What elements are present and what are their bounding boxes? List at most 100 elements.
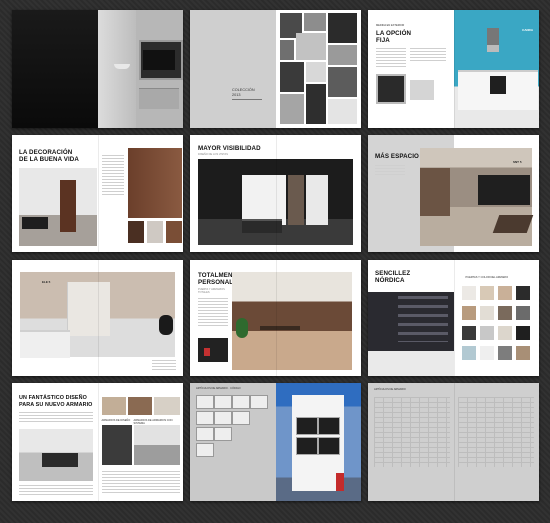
photo-1 bbox=[101, 397, 126, 415]
swatch-1 bbox=[461, 286, 476, 300]
wood-room-photo bbox=[127, 148, 182, 218]
body-text bbox=[198, 298, 228, 328]
footer-text bbox=[19, 485, 93, 495]
title-line-1: LA OPCIÓN bbox=[376, 30, 412, 37]
swatch-9 bbox=[461, 326, 476, 340]
plant bbox=[236, 318, 248, 338]
blue-oven-page bbox=[275, 383, 361, 501]
collage-2 bbox=[303, 13, 326, 31]
collage-8 bbox=[305, 62, 326, 82]
collage-page bbox=[275, 10, 361, 128]
oven-window bbox=[143, 50, 175, 70]
oven-dark bbox=[489, 76, 506, 94]
collage-10 bbox=[279, 94, 304, 124]
spread-4-decoracion: LA DECORACIÓN DE LA BUENA VIDA bbox=[12, 135, 183, 252]
body-text-2 bbox=[410, 48, 446, 62]
swatch-7 bbox=[497, 306, 512, 320]
sketch-2 bbox=[214, 395, 232, 409]
swatch-11 bbox=[497, 326, 512, 340]
badge: ELE 5 bbox=[42, 280, 51, 284]
collage-6 bbox=[327, 45, 357, 65]
collage-9 bbox=[327, 67, 357, 97]
diseno-left-page: UN FANTÁSTICO DISEÑO PARA SU NUEVO ARMAR… bbox=[12, 383, 98, 501]
oven-3 bbox=[295, 437, 318, 455]
oven-photo bbox=[376, 74, 406, 104]
rug bbox=[492, 215, 534, 233]
title-line-1: LA DECORACIÓN bbox=[19, 149, 73, 156]
cover-title-2: 2013 bbox=[232, 93, 241, 97]
bowl bbox=[114, 64, 130, 69]
detail-2 bbox=[146, 221, 163, 243]
wood-wall bbox=[420, 168, 450, 216]
blue-kitchen-page: CANDA bbox=[453, 10, 539, 128]
swatch-14 bbox=[479, 346, 494, 360]
red-accent bbox=[204, 348, 210, 356]
small-label: MEDIDA EN EXTERIOR bbox=[376, 24, 405, 27]
table-right bbox=[458, 397, 534, 467]
spread-12-articulos-tables: ARTÍCULOS DE ARMARIO bbox=[368, 383, 539, 501]
dark-kitchen-photo bbox=[12, 10, 98, 128]
swatch-3 bbox=[497, 286, 512, 300]
swatch-2 bbox=[479, 286, 494, 300]
title-line-1: UN FANTÁSTICO DISEÑO bbox=[19, 395, 87, 401]
collage-7 bbox=[279, 62, 304, 92]
title-line-2: PARA SU NUEVO ARMARIO bbox=[19, 402, 93, 408]
photo-5 bbox=[133, 425, 180, 465]
dark-corridor bbox=[478, 175, 530, 205]
spread-2-cover: COLECCIÓN 2013 bbox=[190, 10, 361, 128]
spread-8-personalizado: TOTALMENTE PERSONALIZADO PUERTA Y ARMARI… bbox=[190, 260, 361, 376]
oven-4 bbox=[317, 437, 340, 455]
subtitle: DISEÑO DE LOS VISTAS bbox=[198, 153, 228, 156]
red-stool bbox=[335, 473, 344, 491]
kitchen-photo bbox=[232, 272, 352, 370]
sketch-9 bbox=[214, 427, 232, 441]
spread-10-fantastico-diseno: UN FANTÁSTICO DISEÑO PARA SU NUEVO ARMAR… bbox=[12, 383, 183, 501]
swatch-6 bbox=[479, 306, 494, 320]
header: ARTÍCULOS DE ARMARIO bbox=[374, 388, 406, 391]
sketch-5 bbox=[196, 411, 214, 425]
spread-1-dark-kitchen bbox=[12, 10, 183, 128]
wood-door bbox=[60, 180, 76, 232]
collage-5 bbox=[295, 33, 326, 60]
swatch-13 bbox=[461, 346, 476, 360]
table-left bbox=[374, 397, 450, 467]
cover-rule bbox=[232, 99, 262, 100]
title: MÁS ESPACIO bbox=[375, 153, 419, 160]
spread-5-mayor-visibilidad: MAYOR VISIBILIDAD DISEÑO DE LOS VISTAS bbox=[190, 135, 361, 252]
dining-table bbox=[260, 326, 300, 330]
lower-drawer bbox=[139, 88, 179, 109]
diseno-right-page: ARMARIOS DE DISEÑO ARMARIOS DE ARMARIOS … bbox=[98, 383, 184, 501]
closet-page: SENCILLEZ NÓRDICA bbox=[368, 260, 454, 376]
white-wardrobe-2 bbox=[306, 175, 328, 225]
sofa bbox=[22, 217, 48, 229]
photo-2 bbox=[127, 397, 152, 415]
title: MAYOR VISIBILIDAD bbox=[198, 145, 261, 152]
swatch-10 bbox=[479, 326, 494, 340]
island bbox=[42, 453, 78, 467]
body-text bbox=[101, 155, 124, 195]
open-wardrobe bbox=[288, 175, 304, 225]
sketch-1 bbox=[196, 395, 214, 409]
title-line-2: FIJA bbox=[376, 37, 390, 44]
red-detail bbox=[198, 338, 228, 362]
photo-4 bbox=[101, 425, 132, 465]
detail-1 bbox=[127, 221, 144, 243]
spread-7-bedroom: ELE 5 bbox=[12, 260, 183, 376]
box-label: CANDA bbox=[522, 28, 533, 32]
swatch-12 bbox=[515, 326, 530, 340]
white-wardrobe bbox=[242, 175, 286, 225]
decoracion-right-page bbox=[98, 135, 184, 252]
body-text bbox=[376, 48, 406, 68]
swatches-page: PUERTAS Y COLOR DEL ARMARIO bbox=[454, 260, 540, 376]
spread-6-mas-espacio: MÁS ESPACIO SNT 5 bbox=[368, 135, 539, 252]
sketch-3 bbox=[232, 395, 250, 409]
bed bbox=[20, 330, 70, 358]
swatch-15 bbox=[497, 346, 512, 360]
sketch-7 bbox=[232, 411, 250, 425]
spread-9-sencillez-nordica: SENCILLEZ NÓRDICA PUERTAS Y COLOR DEL AR… bbox=[368, 260, 539, 376]
collage-12 bbox=[327, 99, 357, 124]
sketch-6 bbox=[214, 411, 232, 425]
swatch-5 bbox=[461, 306, 476, 320]
decoracion-page: LA DECORACIÓN DE LA BUENA VIDA bbox=[12, 135, 98, 252]
vase bbox=[159, 315, 173, 335]
